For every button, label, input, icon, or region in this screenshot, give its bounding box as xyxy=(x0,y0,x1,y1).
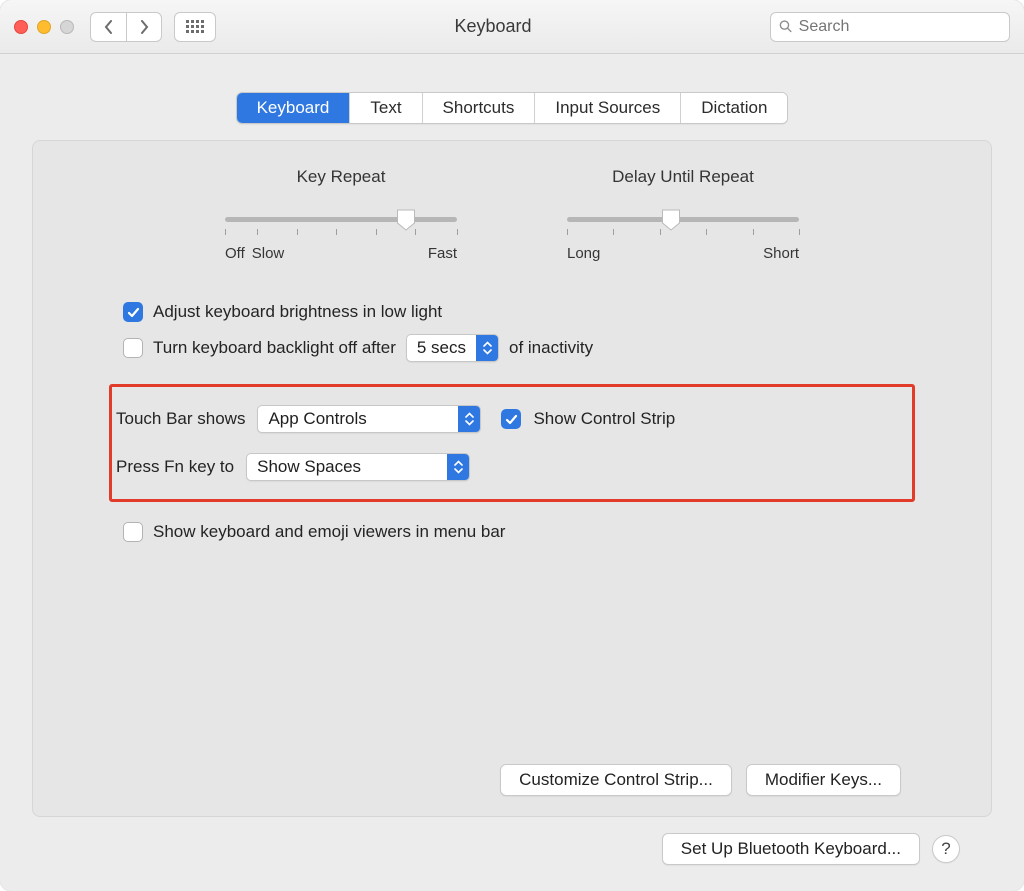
touchbar-value: App Controls xyxy=(258,409,458,429)
keyboard-preferences-window: Keyboard Keyboard Text Shortcuts Input S… xyxy=(0,0,1024,891)
fn-key-value: Show Spaces xyxy=(247,457,447,477)
check-icon xyxy=(127,306,140,319)
tab-text[interactable]: Text xyxy=(350,93,422,123)
tab-keyboard[interactable]: Keyboard xyxy=(237,93,351,123)
chevron-right-icon xyxy=(139,20,149,34)
window-title: Keyboard xyxy=(216,16,770,37)
backlight-off-checkbox[interactable] xyxy=(123,338,143,358)
adjust-brightness-checkbox[interactable] xyxy=(123,302,143,322)
backlight-timeout-value: 5 secs xyxy=(407,338,476,358)
tab-bar: Keyboard Text Shortcuts Input Sources Di… xyxy=(32,92,992,124)
key-repeat-fast-label: Fast xyxy=(428,245,457,262)
show-viewers-checkbox[interactable] xyxy=(123,522,143,542)
help-button[interactable]: ? xyxy=(932,835,960,863)
touchbar-label: Touch Bar shows xyxy=(116,409,245,429)
tabs-group: Keyboard Text Shortcuts Input Sources Di… xyxy=(236,92,789,124)
key-repeat-block: Key Repeat xyxy=(225,167,457,262)
touchbar-row: Touch Bar shows App Controls Show Contro… xyxy=(116,405,900,433)
show-all-button[interactable] xyxy=(174,12,216,42)
delay-labels: Long Short xyxy=(567,245,799,262)
question-icon: ? xyxy=(941,839,950,859)
delay-long-label: Long xyxy=(567,245,600,262)
highlight-annotation: Touch Bar shows App Controls Show Contro… xyxy=(109,384,915,502)
key-repeat-off-label: Off xyxy=(225,245,245,262)
check-icon xyxy=(505,413,518,426)
key-repeat-labels: Off Slow Fast xyxy=(225,245,457,262)
close-window-button[interactable] xyxy=(14,20,28,34)
modifier-keys-button[interactable]: Modifier Keys... xyxy=(746,764,901,796)
setup-bluetooth-keyboard-button[interactable]: Set Up Bluetooth Keyboard... xyxy=(662,833,920,865)
fn-key-row: Press Fn key to Show Spaces xyxy=(116,453,900,481)
fn-key-label: Press Fn key to xyxy=(116,457,234,477)
fn-key-select[interactable]: Show Spaces xyxy=(246,453,470,481)
search-icon xyxy=(779,19,793,34)
show-viewers-label: Show keyboard and emoji viewers in menu … xyxy=(153,522,505,542)
sliders-row: Key Repeat xyxy=(123,167,901,262)
tab-input-sources[interactable]: Input Sources xyxy=(535,93,681,123)
key-repeat-knob[interactable] xyxy=(396,209,415,231)
grid-icon xyxy=(186,20,204,33)
updown-icon xyxy=(476,334,498,362)
show-control-strip-checkbox[interactable] xyxy=(501,409,521,429)
keyboard-panel: Key Repeat xyxy=(32,140,992,817)
back-button[interactable] xyxy=(90,12,126,42)
delay-block: Delay Until Repeat Long xyxy=(567,167,799,262)
show-viewers-row: Show keyboard and emoji viewers in menu … xyxy=(123,522,901,542)
delay-title: Delay Until Repeat xyxy=(612,167,754,187)
footer-row: Set Up Bluetooth Keyboard... ? xyxy=(32,817,992,875)
minimize-window-button[interactable] xyxy=(37,20,51,34)
backlight-off-prefix: Turn keyboard backlight off after xyxy=(153,338,396,358)
panel-buttons-row: Customize Control Strip... Modifier Keys… xyxy=(123,764,901,796)
chevron-left-icon xyxy=(104,20,114,34)
key-repeat-slider[interactable] xyxy=(225,203,457,243)
updown-icon xyxy=(458,405,480,433)
nav-buttons xyxy=(90,12,162,42)
updown-icon xyxy=(447,453,469,481)
customize-control-strip-button[interactable]: Customize Control Strip... xyxy=(500,764,732,796)
touchbar-select[interactable]: App Controls xyxy=(257,405,481,433)
forward-button[interactable] xyxy=(126,12,162,42)
key-repeat-title: Key Repeat xyxy=(297,167,386,187)
adjust-brightness-row: Adjust keyboard brightness in low light xyxy=(123,302,901,322)
search-input[interactable] xyxy=(799,18,1001,36)
key-repeat-slow-label: Slow xyxy=(252,245,285,262)
zoom-window-button[interactable] xyxy=(60,20,74,34)
delay-short-label: Short xyxy=(763,245,799,262)
backlight-timeout-select[interactable]: 5 secs xyxy=(406,334,499,362)
titlebar: Keyboard xyxy=(0,0,1024,54)
delay-knob[interactable] xyxy=(662,209,681,231)
content-area: Keyboard Text Shortcuts Input Sources Di… xyxy=(0,54,1024,891)
backlight-off-row: Turn keyboard backlight off after 5 secs… xyxy=(123,334,901,362)
delay-slider[interactable] xyxy=(567,203,799,243)
window-controls xyxy=(14,20,74,34)
backlight-off-suffix: of inactivity xyxy=(509,338,593,358)
tab-dictation[interactable]: Dictation xyxy=(681,93,787,123)
show-control-strip-label: Show Control Strip xyxy=(533,409,675,429)
search-field[interactable] xyxy=(770,12,1010,42)
adjust-brightness-label: Adjust keyboard brightness in low light xyxy=(153,302,442,322)
tab-shortcuts[interactable]: Shortcuts xyxy=(423,93,536,123)
